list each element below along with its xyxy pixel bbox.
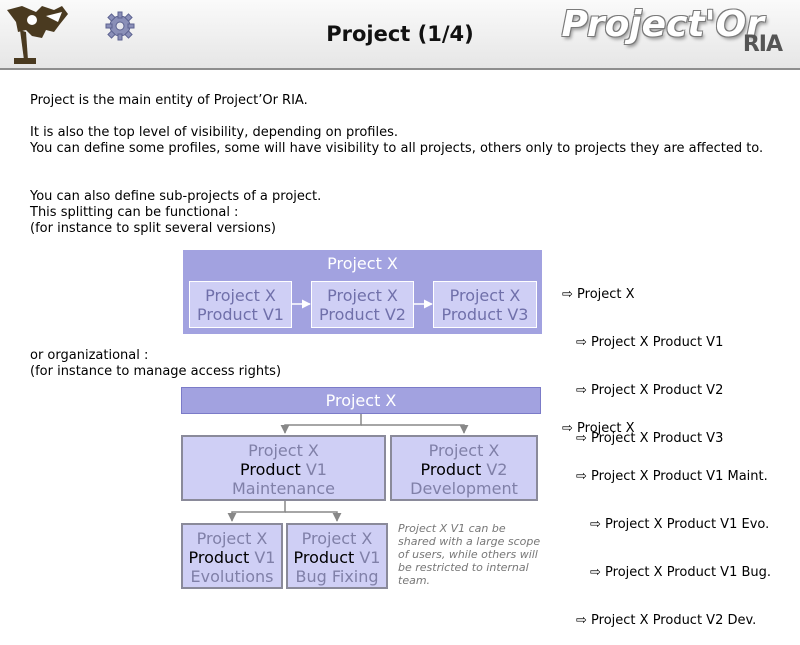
box-line: Product V2 (319, 305, 406, 324)
arrow-bullet-icon: ⇨ (576, 469, 587, 484)
org-box-v1-bugfixing: Project X Product V1 Bug Fixing (286, 523, 388, 589)
intro-line-7: or organizational : (30, 348, 149, 363)
arrow-bullet-icon: ⇨ (562, 421, 573, 436)
box-line: Product V1 (197, 305, 284, 324)
functional-box-v1: Project X Product V1 (189, 281, 292, 328)
intro-line-4: You can also define sub-projects of a pr… (30, 189, 322, 204)
box-line: Project X (248, 441, 319, 460)
organizational-tree: ⇨ Project X ⇨ Project X Product V1 Maint… (562, 389, 771, 645)
box-line: Product V1 (240, 460, 327, 479)
org-parent-box: Project X (181, 387, 541, 414)
box-line: Product V1 (293, 548, 381, 567)
box-line: Project X (205, 286, 276, 305)
functional-box-v3: Project X Product V3 (433, 281, 537, 328)
tree-item: ⇨ Project X Product V1 Evo. (590, 517, 770, 532)
connector-mid-right (285, 511, 342, 522)
brand-name: Project'Or (561, 4, 764, 45)
intro-line-2: It is also the top level of visibility, … (30, 125, 398, 140)
box-line: Project X (196, 529, 268, 548)
box-line: Product V3 (441, 305, 529, 324)
box-line: Maintenance (231, 479, 336, 498)
sharing-note: Project X V1 can be shared with a large … (398, 522, 541, 587)
header-bar: Project (1/4) Project'Or RIA (0, 0, 800, 70)
box-line: Evolutions (190, 567, 274, 586)
arrow-bullet-icon: ⇨ (562, 287, 573, 302)
intro-line-3: You can define some profiles, some will … (30, 141, 764, 156)
box-line: Project X (327, 286, 398, 305)
arrow-bullet-icon: ⇨ (576, 335, 587, 350)
connector-top (280, 414, 362, 434)
box-line: Project X (301, 529, 373, 548)
functional-box-v2: Project X Product V2 (311, 281, 414, 328)
intro-line-1: Project is the main entity of Project’Or… (30, 93, 308, 108)
tree-item: ⇨ Project X Product V1 Bug. (590, 565, 772, 580)
tree-item: ⇨ Project X Product V2 Dev. (576, 613, 757, 628)
brand-suffix: RIA (742, 32, 783, 57)
connector-top-right (361, 424, 469, 434)
box-line: Project X (449, 286, 521, 305)
intro-line-5: This splitting can be functional : (30, 205, 239, 220)
box-line: Bug Fixing (295, 567, 379, 586)
tree-item: ⇨ Project X Product V1 (576, 335, 724, 350)
box-line: Product V2 (420, 460, 508, 479)
tree-item: ⇨ Project X (562, 421, 635, 436)
brand-logo: Project'Or RIA (562, 4, 792, 66)
intro-line-8: (for instance to manage access rights) (30, 364, 282, 379)
org-box-v1-maintenance: Project X Product V1 Maintenance (181, 435, 386, 501)
box-line: Development (410, 479, 518, 498)
org-box-v2-development: Project X Product V2 Development (390, 435, 538, 501)
connector-mid (227, 501, 286, 522)
functional-parent-label: Project X (327, 254, 398, 273)
tree-item: ⇨ Project X Product V1 Maint. (576, 469, 768, 484)
arrow-bullet-icon: ⇨ (590, 565, 601, 580)
box-line: Project X (428, 441, 500, 460)
intro-line-6: (for instance to split several versions) (30, 221, 276, 236)
arrow-bullet-icon: ⇨ (576, 613, 587, 628)
tree-item: ⇨ Project X (562, 287, 635, 302)
org-box-v1-evolutions: Project X Product V1 Evolutions (181, 523, 283, 589)
box-line: Product V1 (188, 548, 276, 567)
arrow-bullet-icon: ⇨ (590, 517, 601, 532)
